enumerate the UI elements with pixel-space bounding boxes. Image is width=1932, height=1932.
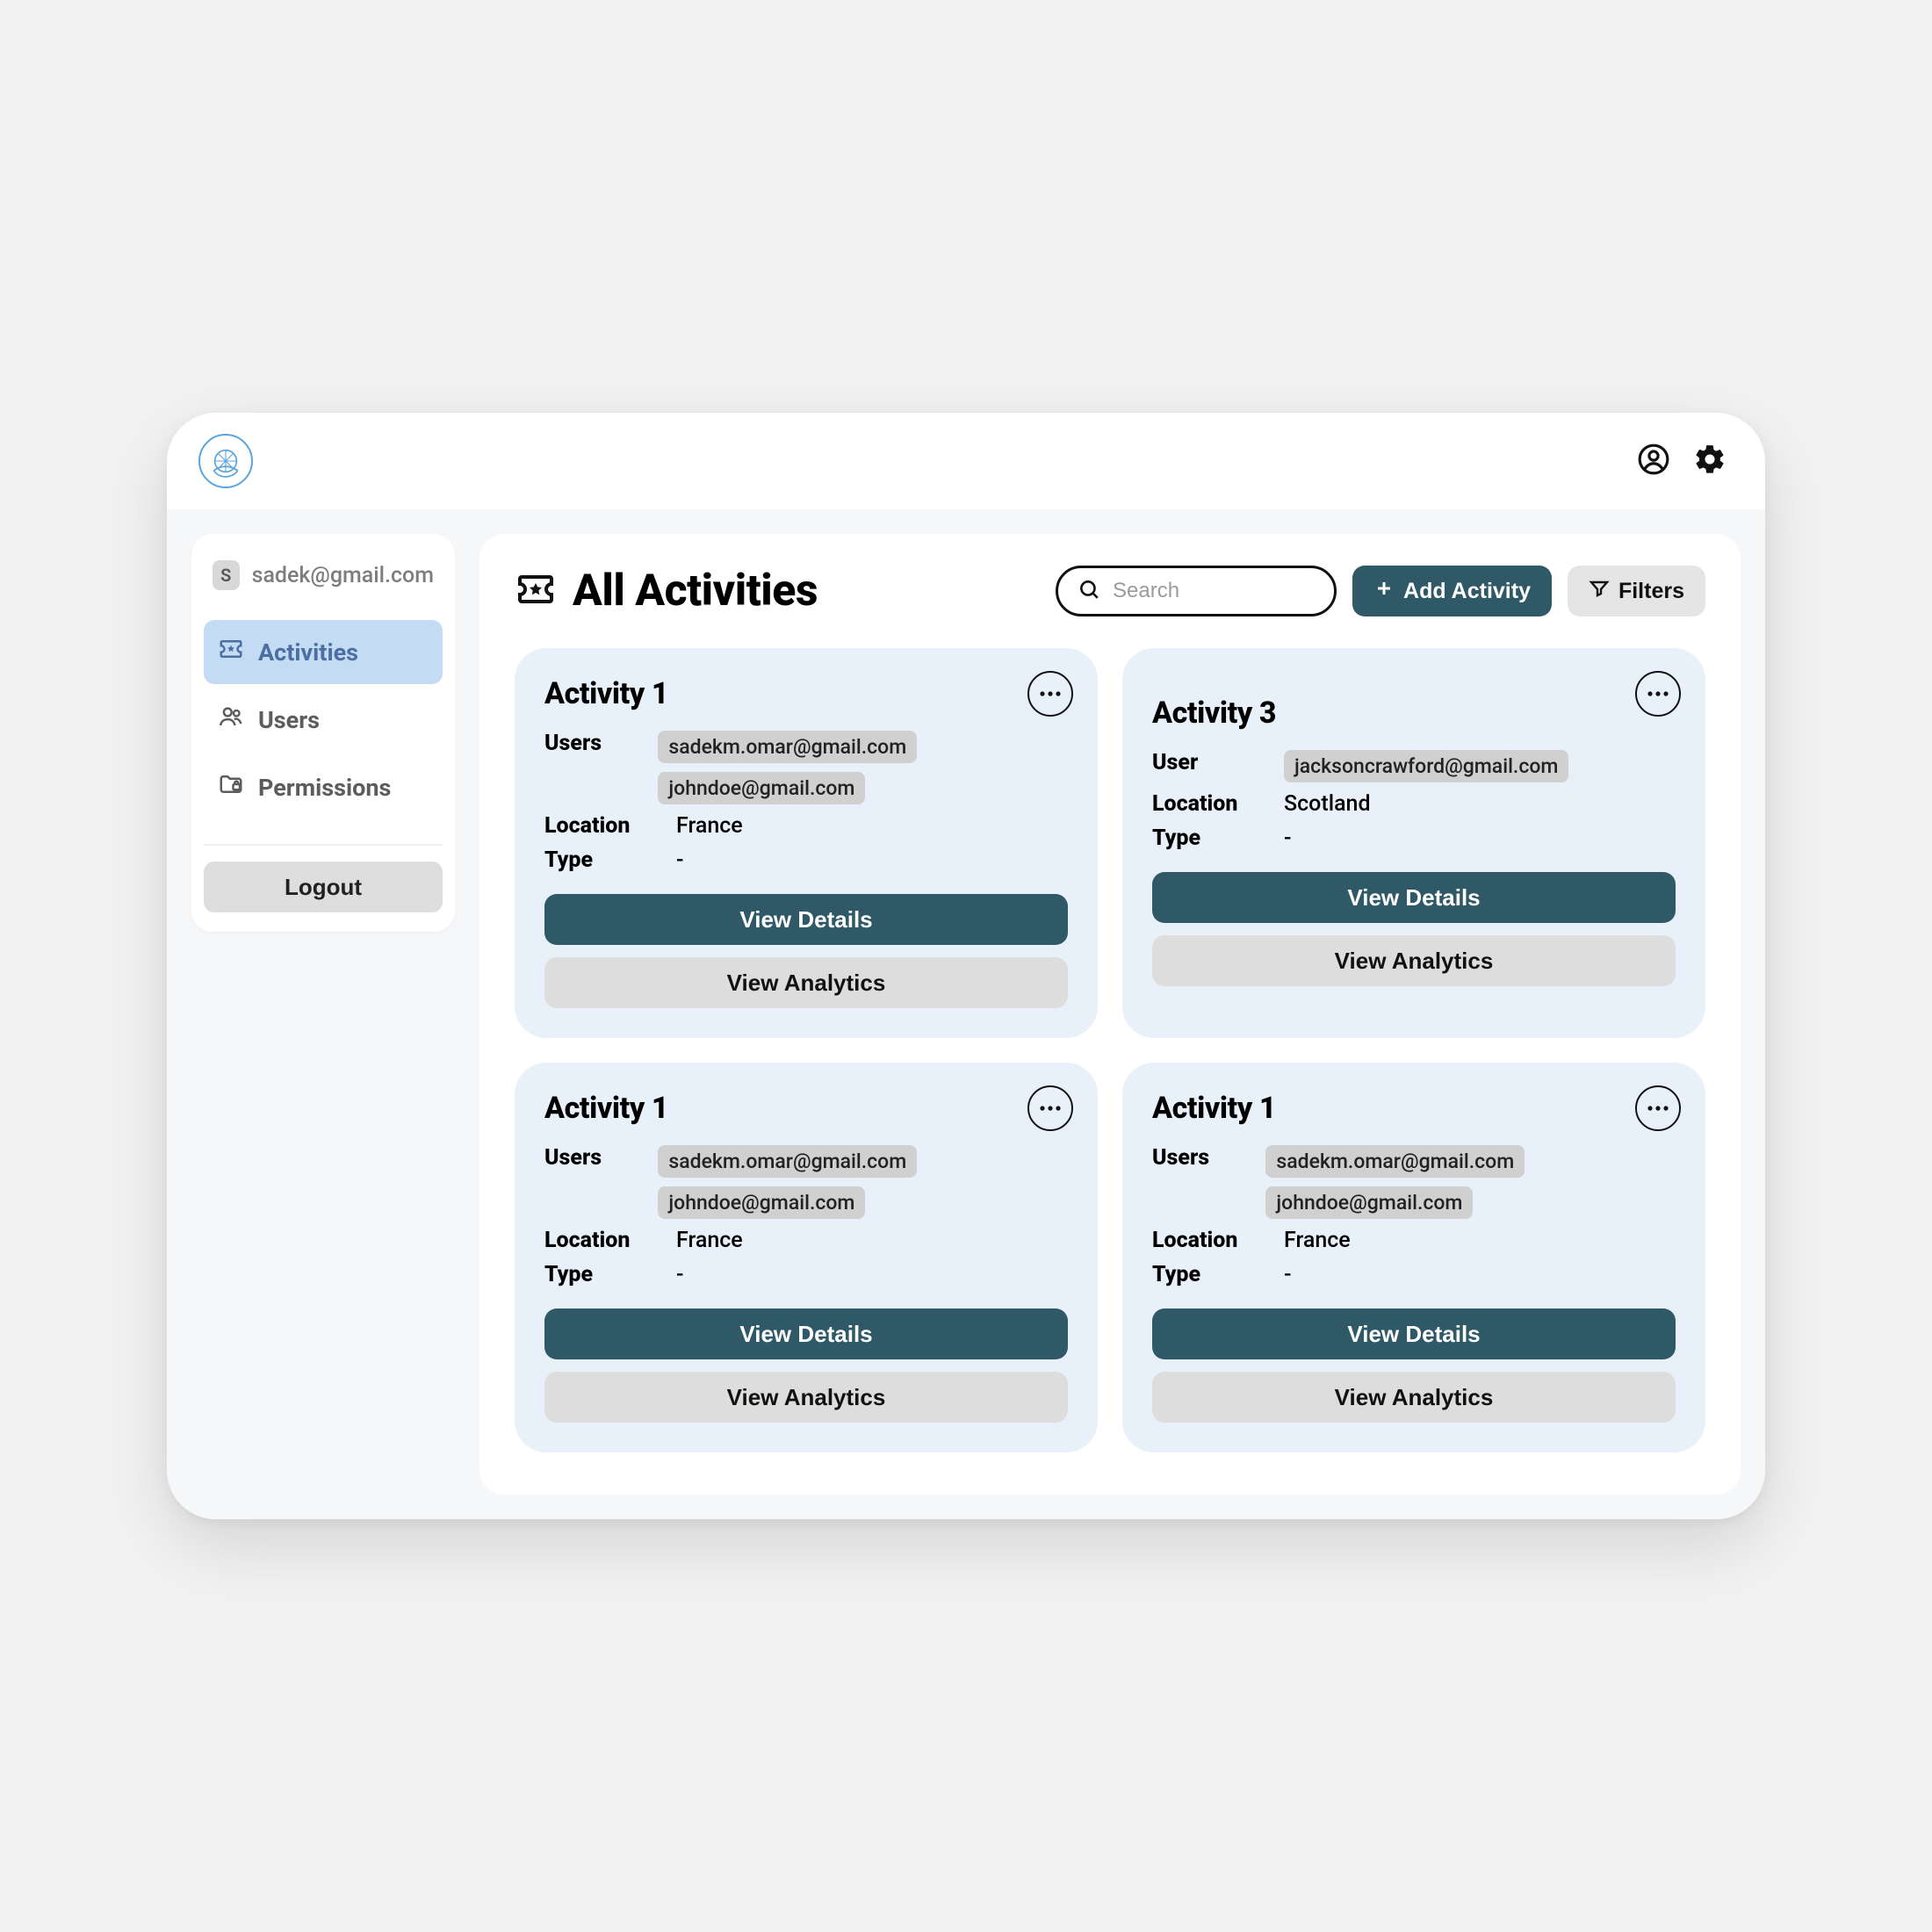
user-chip: sadekm.omar@gmail.com <box>1265 1145 1525 1178</box>
type-value: - <box>1284 825 1292 851</box>
view-details-button[interactable]: View Details <box>1152 872 1676 923</box>
type-label: Type <box>544 847 676 873</box>
account-icon[interactable] <box>1637 443 1670 479</box>
activity-title: Activity 3 <box>1152 696 1676 731</box>
view-analytics-button[interactable]: View Analytics <box>544 957 1068 1008</box>
users-chips: jacksoncrawford@gmail.com <box>1284 750 1568 782</box>
main-panel: All Activities Add Activity <box>479 534 1741 1495</box>
search-input[interactable] <box>1113 579 1385 603</box>
type-value: - <box>1284 1262 1292 1287</box>
users-label: Users <box>1152 1145 1265 1219</box>
card-actions: View Details View Analytics <box>544 894 1068 1008</box>
filters-label: Filters <box>1618 579 1684 604</box>
type-label: Type <box>1152 825 1284 851</box>
settings-icon[interactable] <box>1693 443 1727 479</box>
card-more-button[interactable] <box>1027 1085 1073 1131</box>
card-actions: View Details View Analytics <box>1152 872 1676 986</box>
page-title: All Activities <box>573 566 818 616</box>
location-value: France <box>676 1228 743 1253</box>
more-horizontal-icon <box>1647 691 1669 696</box>
user-email: sadek@gmail.com <box>252 563 434 588</box>
activity-card: Activity 1 Userssadekm.omar@gmail.com john… <box>515 1063 1098 1453</box>
more-horizontal-icon <box>1647 1106 1669 1111</box>
folder-lock-icon <box>218 771 244 804</box>
activities-grid: Activity 1Userssadekm.omar@gmail.comjohn… <box>515 648 1705 1453</box>
filter-icon <box>1589 578 1610 605</box>
card-more-button[interactable] <box>1635 671 1681 717</box>
users-label: Users <box>544 731 658 804</box>
content-frame: S sadek@gmail.com Activities Users Permiss… <box>167 509 1765 1519</box>
user-chip: jacksoncrawford@gmail.com <box>1284 750 1568 782</box>
card-more-button[interactable] <box>1027 671 1073 717</box>
ticket-icon <box>218 636 244 668</box>
view-details-button[interactable]: View Details <box>1152 1308 1676 1359</box>
view-analytics-button[interactable]: View Analytics <box>1152 935 1676 986</box>
search-box[interactable] <box>1056 566 1337 616</box>
type-label: Type <box>1152 1262 1284 1287</box>
user-avatar: S <box>213 560 240 590</box>
user-chip: johndoe@gmail.com <box>658 1186 865 1219</box>
un-emblem-icon <box>206 442 245 480</box>
current-user-chip[interactable]: S sadek@gmail.com <box>204 553 443 597</box>
view-analytics-button[interactable]: View Analytics <box>544 1372 1068 1423</box>
users-chips: sadekm.omar@gmail.com johndoe@gmail.com <box>658 1145 1068 1219</box>
add-activity-label: Add Activity <box>1403 579 1531 604</box>
location-label: Location <box>1152 791 1284 817</box>
sidebar-item-users[interactable]: Users <box>204 688 443 752</box>
location-label: Location <box>544 1228 676 1253</box>
card-actions: View Details View Analytics <box>1152 1308 1676 1423</box>
more-horizontal-icon <box>1039 1106 1062 1111</box>
card-actions: View Details View Analytics <box>544 1308 1068 1423</box>
plus-icon <box>1373 578 1395 605</box>
type-label: Type <box>544 1262 676 1287</box>
activity-title: Activity 1 <box>544 1091 1068 1126</box>
ticket-icon <box>515 568 557 614</box>
sidebar-item-label: Users <box>258 706 320 734</box>
add-activity-button[interactable]: Add Activity <box>1352 566 1552 616</box>
user-chip: johndoe@gmail.com <box>1265 1186 1473 1219</box>
sidebar: S sadek@gmail.com Activities Users Permiss… <box>191 534 455 932</box>
type-value: - <box>676 1262 684 1287</box>
location-value: France <box>1284 1228 1351 1253</box>
activity-title: Activity 1 <box>544 676 1068 711</box>
location-value: France <box>676 813 743 839</box>
main-header: All Activities Add Activity <box>515 566 1705 616</box>
topbar <box>167 413 1765 509</box>
users-chips: sadekm.omar@gmail.com johndoe@gmail.com <box>658 731 1068 804</box>
view-analytics-button[interactable]: View Analytics <box>1152 1372 1676 1423</box>
activity-card: Activity 1 Userssadekm.omar@gmail.com john… <box>1122 1063 1705 1453</box>
user-chip: sadekm.omar@gmail.com <box>658 731 917 763</box>
card-more-button[interactable] <box>1635 1085 1681 1131</box>
location-label: Location <box>544 813 676 839</box>
search-icon <box>1078 578 1100 604</box>
filters-button[interactable]: Filters <box>1568 566 1705 616</box>
app-window: S sadek@gmail.com Activities Users Permiss… <box>167 413 1765 1519</box>
sidebar-item-permissions[interactable]: Permissions <box>204 755 443 819</box>
sidebar-item-label: Permissions <box>258 774 391 802</box>
users-icon <box>218 703 244 736</box>
activity-card: Activity 1 Userssadekm.omar@gmail.com john… <box>515 648 1098 1038</box>
users-label: User <box>1152 750 1284 782</box>
users-chips: sadekm.omar@gmail.com johndoe@gmail.com <box>1265 1145 1676 1219</box>
app-logo <box>198 434 253 488</box>
user-chip: johndoe@gmail.com <box>658 772 865 804</box>
type-value: - <box>676 847 684 873</box>
user-chip: sadekm.omar@gmail.com <box>658 1145 917 1178</box>
more-horizontal-icon <box>1039 691 1062 696</box>
sidebar-divider <box>204 844 443 846</box>
sidebar-item-label: Activities <box>258 638 358 667</box>
activity-card: Activity 3 Userjacksoncrawford@gmail.comL… <box>1122 648 1705 1038</box>
logout-button[interactable]: Logout <box>204 861 443 912</box>
view-details-button[interactable]: View Details <box>544 1308 1068 1359</box>
location-label: Location <box>1152 1228 1284 1253</box>
view-details-button[interactable]: View Details <box>544 894 1068 945</box>
sidebar-item-activities[interactable]: Activities <box>204 620 443 684</box>
location-value: Scotland <box>1284 791 1371 817</box>
sidebar-nav: Activities Users Permissions <box>204 620 443 819</box>
users-label: Users <box>544 1145 658 1219</box>
activity-title: Activity 1 <box>1152 1091 1676 1126</box>
